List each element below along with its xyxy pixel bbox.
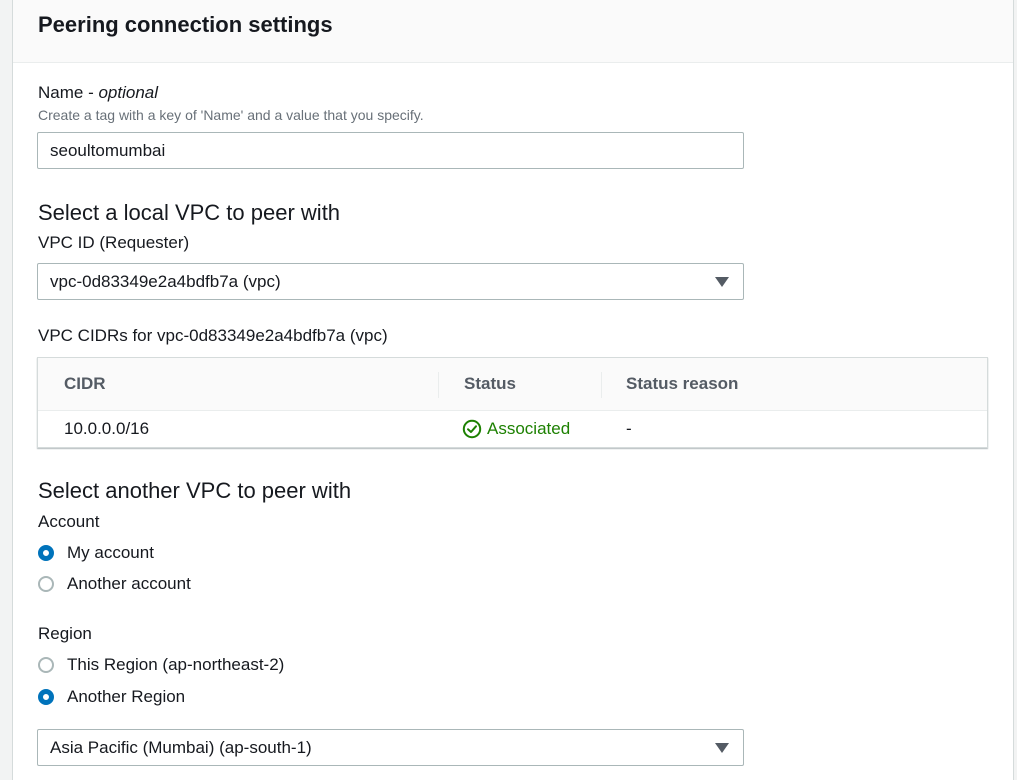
local-vpc-section-title: Select a local VPC to peer with (38, 200, 341, 225)
account-option-another-account[interactable]: Another account (38, 574, 191, 594)
name-label: Name - optional (38, 83, 158, 103)
column-header-status-reason[interactable]: Status reason (626, 358, 738, 410)
table-header: CIDR Status Status reason (38, 358, 987, 411)
radio-label: My account (67, 543, 154, 562)
vpc-cidrs-label: VPC CIDRs for vpc-0d83349e2a4bdfb7a (vpc… (38, 326, 388, 345)
radio-label: Another Region (67, 687, 186, 706)
caret-down-icon (715, 276, 729, 287)
panel-header: Peering connection settings (13, 0, 1013, 63)
name-description: Create a tag with a key of 'Name' and a … (38, 107, 424, 123)
radio-label: This Region (ap-northeast-2) (67, 655, 285, 674)
vpc-id-select-value: vpc-0d83349e2a4bdfb7a (vpc) (50, 271, 281, 291)
peering-settings-panel: Peering connection settings Name - optio… (12, 0, 1014, 780)
column-divider (601, 372, 602, 398)
panel-title: Peering connection settings (38, 12, 333, 37)
region-select[interactable]: Asia Pacific (Mumbai) (ap-south-1) (37, 729, 744, 766)
status-text: Associated (487, 419, 571, 438)
account-label: Account (38, 512, 100, 531)
cell-status: Associated (462, 410, 570, 448)
region-option-another-region[interactable]: Another Region (38, 687, 185, 707)
radio-button[interactable] (38, 657, 54, 673)
column-header-cidr[interactable]: CIDR (64, 358, 106, 410)
caret-down-icon (715, 742, 729, 753)
name-input[interactable] (37, 132, 744, 169)
radio-button-checked[interactable] (38, 689, 54, 705)
name-label-text: Name (38, 83, 84, 102)
peer-vpc-section-title: Select another VPC to peer with (38, 478, 352, 503)
cell-status-reason: - (626, 419, 632, 438)
region-select-value: Asia Pacific (Mumbai) (ap-south-1) (50, 737, 312, 757)
radio-button[interactable] (38, 576, 54, 592)
check-circle-icon (462, 419, 482, 439)
account-option-my-account[interactable]: My account (38, 543, 154, 563)
name-label-separator: - (83, 83, 99, 102)
region-label: Region (38, 624, 92, 643)
radio-button-checked[interactable] (38, 545, 54, 561)
vpc-id-select[interactable]: vpc-0d83349e2a4bdfb7a (vpc) (37, 263, 744, 300)
vpc-cidrs-table: CIDR Status Status reason 10.0.0.0/16 As… (37, 357, 988, 448)
column-divider (438, 372, 439, 398)
cell-cidr: 10.0.0.0/16 (64, 419, 150, 438)
column-header-status[interactable]: Status (464, 358, 516, 410)
radio-label: Another account (67, 574, 191, 593)
region-option-this-region[interactable]: This Region (ap-northeast-2) (38, 655, 284, 675)
name-label-optional: optional (98, 83, 159, 102)
vpc-id-label: VPC ID (Requester) (38, 233, 190, 252)
